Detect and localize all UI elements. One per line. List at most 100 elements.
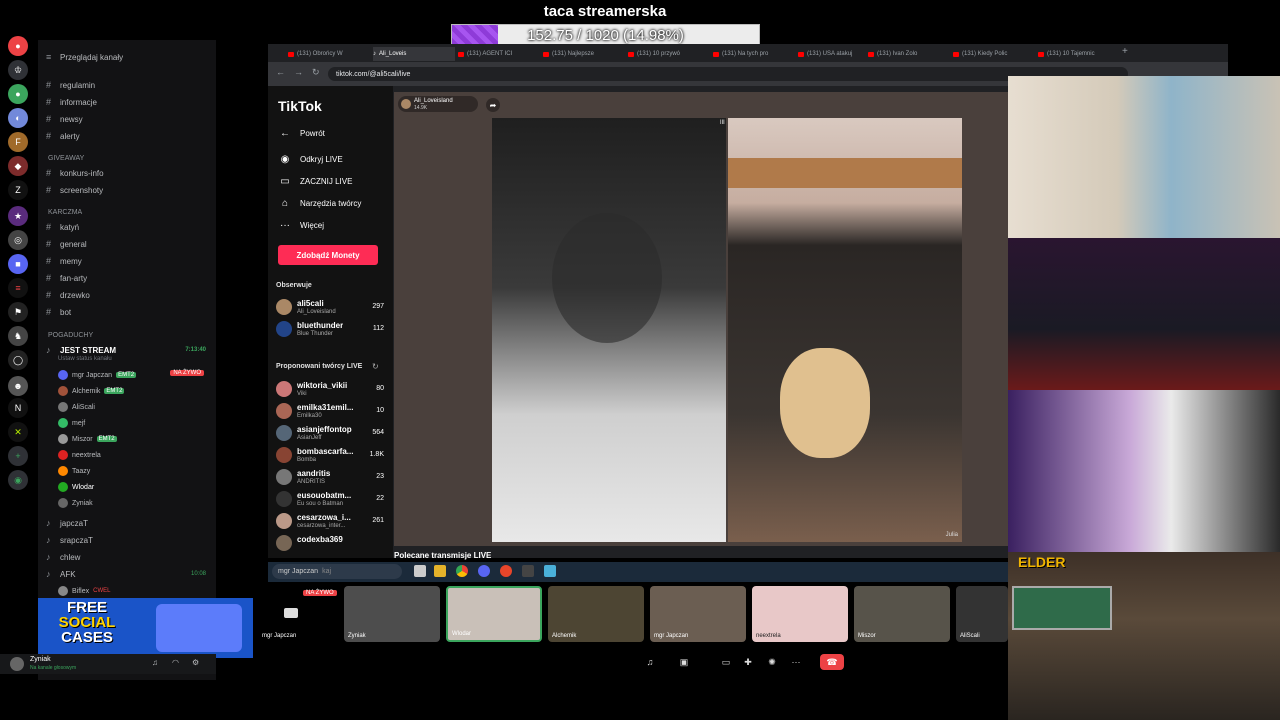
discord-icon[interactable] xyxy=(478,565,490,577)
server-icon[interactable]: ✕ xyxy=(8,422,28,442)
voice-user[interactable]: AliScali xyxy=(58,400,95,414)
menu-back[interactable]: ← Powrót xyxy=(278,128,325,139)
voice-channel-afk[interactable]: ♪ AFK 10:08 xyxy=(46,567,214,581)
channel-item[interactable]: # konkurs-info xyxy=(46,166,214,180)
new-tab-icon[interactable]: + xyxy=(1122,46,1128,57)
server-icon[interactable]: ◯ xyxy=(8,350,28,370)
browser-tab-active[interactable]: ♪ Ali_Loveis xyxy=(373,47,455,61)
account-item[interactable]: codexba369 xyxy=(276,534,384,554)
browser-tab[interactable]: (131) Obrońcy W xyxy=(288,47,370,61)
share-icon[interactable]: ➦ xyxy=(486,98,500,112)
server-icon[interactable]: F xyxy=(8,132,28,152)
browse-channels[interactable]: ≡ Przeglądaj kanały xyxy=(46,50,214,64)
channel-item[interactable]: # bot xyxy=(46,305,214,319)
account-item[interactable]: ali5cali Ali_Loveisland 297 xyxy=(276,298,384,318)
participant-tile[interactable]: mgr Japczan NA ŻYWO xyxy=(258,586,340,642)
explore-icon[interactable]: ◉ xyxy=(8,470,28,490)
taskview-icon[interactable] xyxy=(414,565,426,577)
participant-tile[interactable]: Zyniak xyxy=(344,586,440,642)
app-icon[interactable] xyxy=(500,565,512,577)
category-label[interactable]: POGADUCHY xyxy=(48,332,93,339)
category-label[interactable]: KARCZMA xyxy=(48,209,82,216)
browser-tab[interactable]: (131) Na tych pro xyxy=(713,47,795,61)
menu-start-live[interactable]: ▭ ZACZNIJ LIVE xyxy=(278,176,352,187)
voice-channel[interactable]: ♪ srapczaT xyxy=(46,533,214,547)
server-icon[interactable]: ◐ xyxy=(8,108,28,128)
camera-off-icon[interactable]: ▣ xyxy=(676,654,692,670)
mic-icon[interactable]: ♫ xyxy=(152,658,158,667)
voice-user[interactable]: mgr Japczan EMT2 xyxy=(58,368,137,382)
tiktok-logo[interactable]: TikTok xyxy=(278,98,322,114)
server-icon[interactable]: ≡ xyxy=(8,278,28,298)
app-icon[interactable] xyxy=(522,565,534,577)
server-icon[interactable]: N xyxy=(8,398,28,418)
server-icon[interactable]: ★ xyxy=(8,206,28,226)
account-item[interactable]: aandritis ANDRITIS 23 xyxy=(276,468,384,488)
channel-item[interactable]: # drzewko xyxy=(46,288,214,302)
forward-icon[interactable]: → xyxy=(294,67,303,77)
server-icon[interactable]: ◎ xyxy=(8,230,28,250)
gear-icon[interactable]: ⚙ xyxy=(192,658,199,667)
live-video-guest[interactable]: Julia xyxy=(728,118,962,542)
participant-tile[interactable]: AliScali xyxy=(956,586,1008,642)
mic-icon[interactable]: ♫ xyxy=(642,654,658,670)
voice-user[interactable]: Wlodar xyxy=(58,480,94,494)
voice-user[interactable]: neextrela xyxy=(58,448,101,462)
channel-status[interactable]: Ustaw status kanału xyxy=(58,356,112,362)
account-item[interactable]: wiktoria_vikii Viki 80 xyxy=(276,380,384,400)
participant-tile[interactable]: Alchemik xyxy=(548,586,644,642)
browser-tab[interactable]: (131) Ivan Zolo xyxy=(868,47,950,61)
menu-explore-live[interactable]: ◉ Odkryj LIVE xyxy=(278,154,343,165)
server-icon[interactable]: ♞ xyxy=(8,326,28,346)
activities-icon[interactable]: ✚ xyxy=(740,654,756,670)
account-item[interactable]: emilka31emil... Emilka30 10 xyxy=(276,402,384,422)
channel-item[interactable]: # informacje xyxy=(46,95,214,109)
chrome-icon[interactable] xyxy=(456,565,468,577)
taskbar-search[interactable]: mgr Japczan kaj xyxy=(272,564,402,579)
voice-user[interactable]: Miszor EMT2 xyxy=(58,432,117,446)
category-label[interactable]: GIVEAWAY xyxy=(48,155,84,162)
server-icon[interactable]: ● xyxy=(8,84,28,104)
browser-tab[interactable]: (131) 10 przywó xyxy=(628,47,710,61)
voice-channel-active[interactable]: ♪ JEST STREAM 7:13:40 xyxy=(46,343,214,357)
voice-channel[interactable]: ♪ chlew xyxy=(46,550,214,564)
headphones-icon[interactable]: ◠ xyxy=(172,658,179,667)
channel-item[interactable]: # general xyxy=(46,237,214,251)
folder-icon[interactable] xyxy=(434,565,446,577)
account-item[interactable]: bombascarfa... Bomba 1.8K xyxy=(276,446,384,466)
browser-tab[interactable]: (131) Najlepsze xyxy=(543,47,625,61)
disconnect-icon[interactable]: ☎ xyxy=(820,654,844,670)
channel-item[interactable]: # regulamin xyxy=(46,78,214,92)
channel-item[interactable]: # memy xyxy=(46,254,214,268)
server-icon[interactable]: ♔ xyxy=(8,60,28,80)
channel-item[interactable]: # katyń xyxy=(46,220,214,234)
participant-tile[interactable]: mgr Japczan xyxy=(650,586,746,642)
browser-tab[interactable]: (131) Kiedy Polic xyxy=(953,47,1035,61)
voice-channel[interactable]: ♪ japczaT xyxy=(46,516,214,530)
participant-tile[interactable]: neextrela xyxy=(752,586,848,642)
reload-icon[interactable]: ↻ xyxy=(312,67,320,78)
voice-user[interactable]: Zyniak xyxy=(58,496,93,510)
refresh-icon[interactable]: ↻ xyxy=(372,362,379,371)
voice-user[interactable]: Taazy xyxy=(58,464,90,478)
menu-more[interactable]: ··· Więcej xyxy=(278,220,324,231)
account-item[interactable]: asianjeffontop AsianJeff 564 xyxy=(276,424,384,444)
voice-user[interactable]: mejf xyxy=(58,416,85,430)
server-icon[interactable]: ■ xyxy=(8,254,28,274)
browser-tab[interactable]: (131) 10 Tajemnic xyxy=(1038,47,1120,61)
participant-tile[interactable]: Miszor xyxy=(854,586,950,642)
channel-item[interactable]: # fan-arty xyxy=(46,271,214,285)
add-server-icon[interactable]: + xyxy=(8,446,28,466)
channel-item[interactable]: # screenshoty xyxy=(46,183,214,197)
server-icon[interactable]: ● xyxy=(8,36,28,56)
account-item[interactable]: eusouobatm... Eu sou o Batman 22 xyxy=(276,490,384,510)
soundboard-icon[interactable]: ✺ xyxy=(764,654,780,670)
account-item[interactable]: cesarzowa_i... cesarzowa_inter... 261 xyxy=(276,512,384,532)
channel-item[interactable]: # newsy xyxy=(46,112,214,126)
channel-item[interactable]: # alerty xyxy=(46,129,214,143)
participant-tile[interactable]: Wlodar xyxy=(446,586,542,642)
menu-creator-tools[interactable]: ⌂ Narzędzia twórcy xyxy=(278,198,361,209)
server-icon[interactable]: ⚑ xyxy=(8,302,28,322)
browser-tab[interactable]: (131) AGENT ICI xyxy=(458,47,540,61)
voice-user[interactable]: Alchemik EMT2 xyxy=(58,384,125,398)
